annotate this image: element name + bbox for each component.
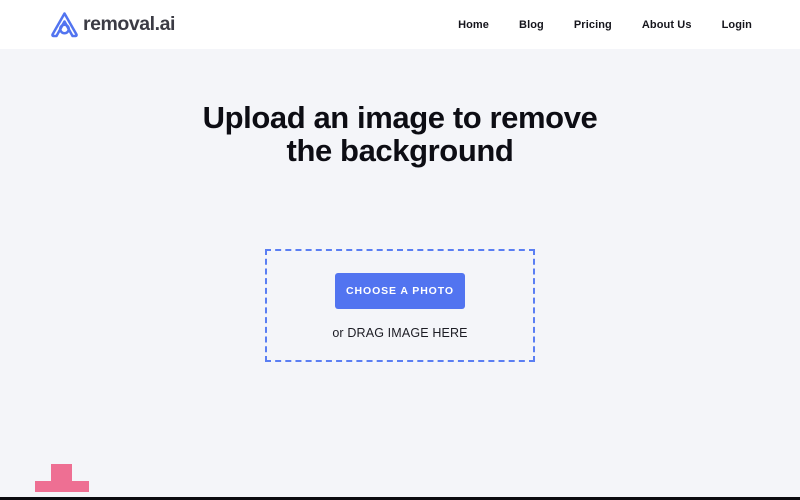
brand-name-text: removal.ai: [83, 13, 175, 35]
hero-section: Upload an image to remove the background…: [0, 49, 800, 500]
upload-dropzone[interactable]: CHOOSE A PHOTO or DRAG IMAGE HERE: [265, 249, 535, 362]
nav-item-blog[interactable]: Blog: [519, 14, 544, 36]
choose-a-photo-button[interactable]: CHOOSE A PHOTO: [335, 273, 465, 309]
decorative-cross-shape: [35, 464, 89, 492]
nav-item-pricing[interactable]: Pricing: [574, 14, 612, 36]
page-title: Upload an image to remove the background: [202, 100, 598, 168]
nav-item-login[interactable]: Login: [722, 14, 752, 36]
removal-ai-logo-icon: [50, 11, 79, 38]
site-header: removal.ai Home Blog Pricing About Us Lo…: [0, 0, 800, 49]
nav-item-home[interactable]: Home: [458, 14, 489, 36]
brand-logo-link[interactable]: removal.ai: [50, 11, 175, 38]
decorative-cross-arm: [35, 481, 89, 492]
main-navigation: Home Blog Pricing About Us Login: [458, 0, 752, 49]
page-root: removal.ai Home Blog Pricing About Us Lo…: [0, 0, 800, 500]
drag-image-here-label: or DRAG IMAGE HERE: [332, 326, 468, 340]
decorative-cross-stem: [51, 464, 72, 492]
nav-item-about-us[interactable]: About Us: [642, 14, 692, 36]
